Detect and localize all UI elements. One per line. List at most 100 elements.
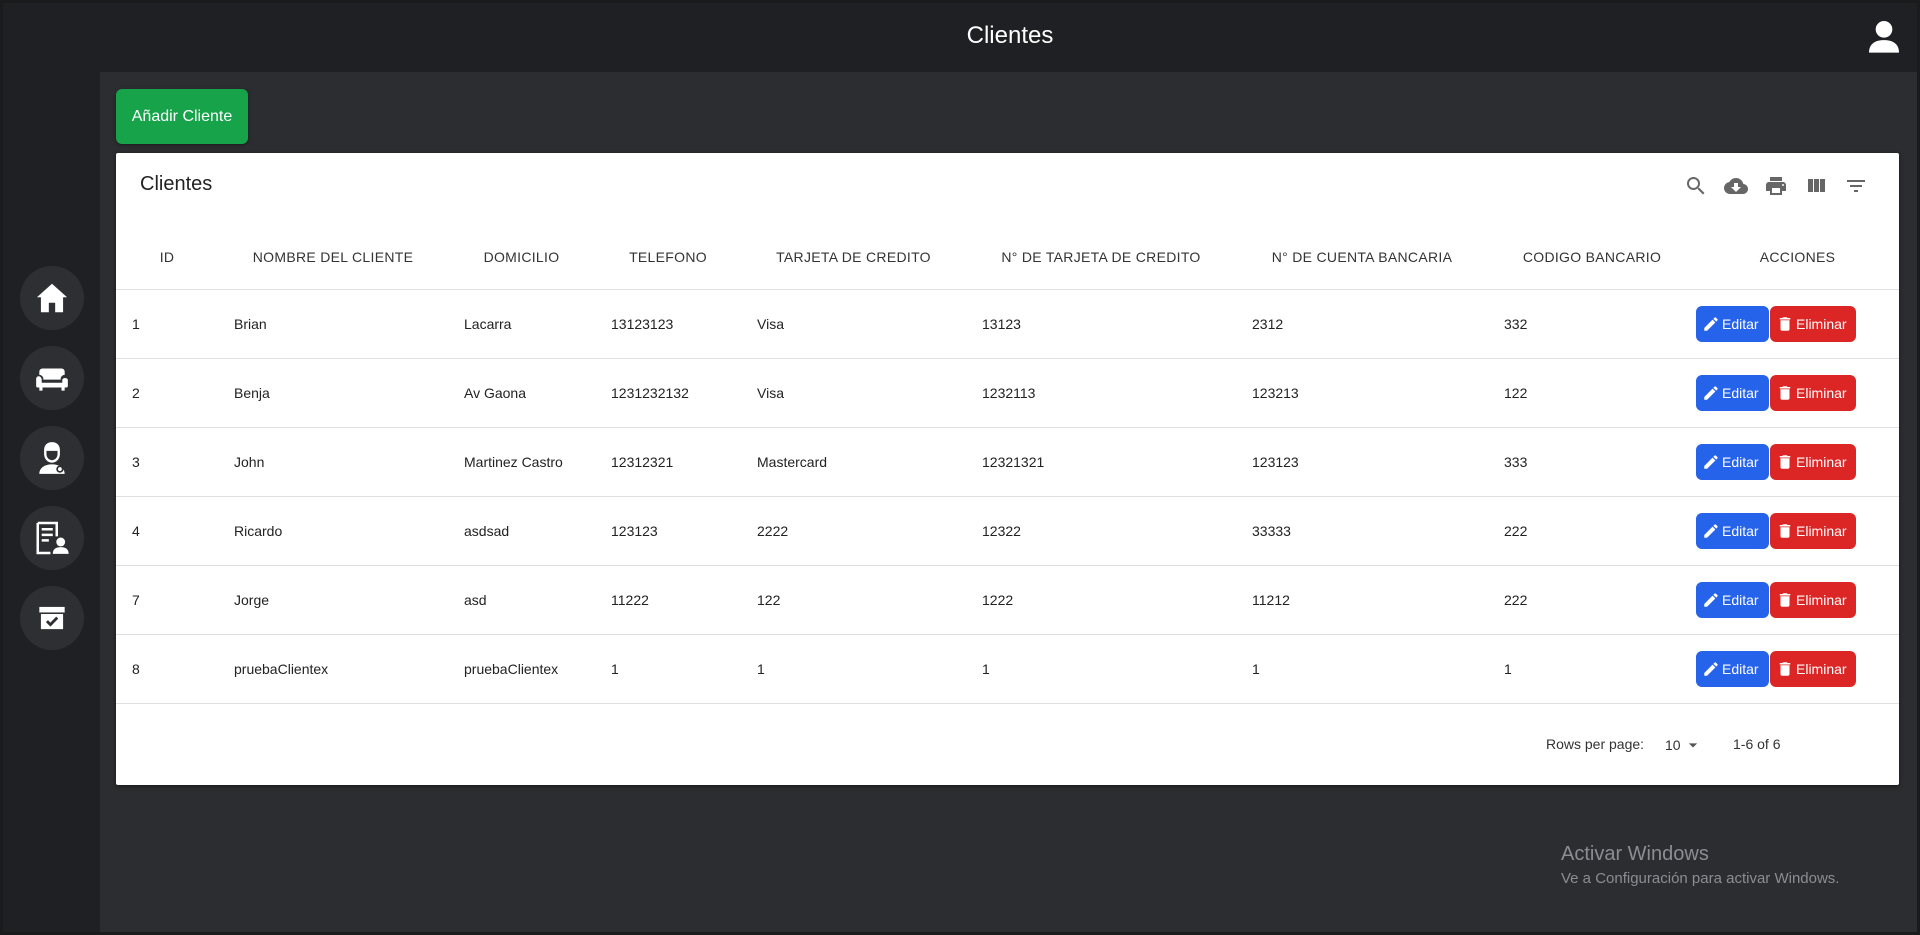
edit-button[interactable]: Editar	[1696, 375, 1769, 411]
rows-per-page-value: 10	[1665, 737, 1681, 753]
delete-button[interactable]: Eliminar	[1770, 444, 1856, 480]
columns-icon	[1808, 179, 1825, 192]
table-cell: 12321321	[966, 427, 1236, 497]
trash-icon	[1779, 593, 1791, 607]
table-row: 4 Ricardo asdsad 123123 2222 12322 33333 222 Edi…	[116, 496, 1899, 566]
actions-cell: Editar Eliminar	[1696, 634, 1899, 704]
table-cell: 1232113	[966, 358, 1236, 428]
actions-cell: Editar Eliminar	[1696, 496, 1899, 566]
nav-home[interactable]	[20, 266, 84, 330]
table-cell: Martinez Castro	[448, 427, 595, 497]
table-header-row: ID NOMBRE DEL CLIENTE DOMICILIO TELEFONO…	[116, 225, 1899, 290]
table-cell: pruebaClientex	[218, 634, 448, 704]
delete-label: Eliminar	[1796, 523, 1847, 539]
pagination-footer: Rows per page: 10 1-6 of 6	[116, 721, 1899, 769]
top-bar: Clientes	[100, 0, 1920, 72]
table-row: 8 pruebaClientex pruebaClientex 1 1 1 1 1 Editar…	[116, 634, 1899, 704]
search-button[interactable]	[1683, 173, 1709, 199]
table-row: 1 Brian Lacarra 13123123 Visa 13123 2312 332 Edi…	[116, 289, 1899, 359]
trash-icon	[1779, 524, 1791, 538]
windows-activation-watermark: Activar Windows Ve a Configuración para …	[1561, 843, 1839, 887]
table-cell: Jorge	[218, 565, 448, 635]
edit-button[interactable]: Editar	[1696, 306, 1769, 342]
caret-down-icon	[1688, 743, 1697, 748]
table-cell: 1	[741, 634, 966, 704]
table-cell: 11222	[595, 565, 741, 635]
table-cell: 4	[116, 496, 218, 566]
edit-button[interactable]: Editar	[1696, 444, 1769, 480]
clients-table: ID NOMBRE DEL CLIENTE DOMICILIO TELEFONO…	[116, 225, 1899, 704]
rows-per-page-label: Rows per page:	[1546, 736, 1645, 752]
edit-button[interactable]: Editar	[1696, 651, 1769, 687]
nav-employees[interactable]	[20, 426, 84, 490]
view-columns-button[interactable]	[1803, 173, 1829, 199]
column-header[interactable]: DOMICILIO	[448, 225, 595, 290]
table-cell: 2222	[741, 496, 966, 566]
table-cell: 1	[1236, 634, 1488, 704]
table-cell: 1231232132	[595, 358, 741, 428]
client-list-icon	[36, 521, 69, 555]
table-cell: 123123	[1236, 427, 1488, 497]
table-cell: 122	[1488, 358, 1696, 428]
print-button[interactable]	[1763, 173, 1789, 199]
table-cell: 8	[116, 634, 218, 704]
table-cell: Visa	[741, 358, 966, 428]
pencil-icon	[1704, 317, 1718, 331]
column-header[interactable]: N° DE CUENTA BANCARIA	[1236, 225, 1488, 290]
edit-label: Editar	[1722, 592, 1759, 608]
edit-label: Editar	[1722, 523, 1759, 539]
column-header[interactable]: TARJETA DE CREDITO	[741, 225, 966, 290]
nav-clients[interactable]	[20, 506, 84, 570]
table-cell: 12312321	[595, 427, 741, 497]
edit-button[interactable]: Editar	[1696, 513, 1769, 549]
table-cell: Brian	[218, 289, 448, 359]
table-cell: 332	[1488, 289, 1696, 359]
table-cell: 1	[116, 289, 218, 359]
table-cell: Ricardo	[218, 496, 448, 566]
filter-button[interactable]	[1843, 173, 1869, 199]
watermark-subtitle: Ve a Configuración para activar Windows.	[1561, 870, 1840, 887]
edit-button[interactable]: Editar	[1696, 582, 1769, 618]
delete-button[interactable]: Eliminar	[1770, 375, 1856, 411]
table-cell: asdsad	[448, 496, 595, 566]
table-cell: 1222	[966, 565, 1236, 635]
employee-icon	[39, 442, 65, 474]
table-cell: 2	[116, 358, 218, 428]
download-button[interactable]	[1723, 173, 1749, 199]
table-cell: 222	[1488, 565, 1696, 635]
trash-icon	[1779, 455, 1791, 469]
nav-archive[interactable]	[20, 586, 84, 650]
watermark-title: Activar Windows	[1561, 843, 1709, 865]
actions-cell: Editar Eliminar	[1696, 427, 1899, 497]
delete-button[interactable]: Eliminar	[1770, 651, 1856, 687]
pencil-icon	[1704, 593, 1718, 607]
table-cell: asd	[448, 565, 595, 635]
print-icon	[1766, 177, 1786, 195]
column-header[interactable]: N° DE TARJETA DE CREDITO	[966, 225, 1236, 290]
table-cell: Mastercard	[741, 427, 966, 497]
edit-label: Editar	[1722, 385, 1759, 401]
table-cell: 13123	[966, 289, 1236, 359]
nav-furniture[interactable]	[20, 346, 84, 410]
rows-per-page-select[interactable]: 10	[1661, 731, 1707, 759]
add-client-button[interactable]: Añadir Cliente	[116, 89, 248, 144]
pencil-icon	[1704, 386, 1718, 400]
table-cell: 1	[1488, 634, 1696, 704]
delete-label: Eliminar	[1796, 661, 1847, 677]
table-cell: Av Gaona	[448, 358, 595, 428]
column-header[interactable]: TELEFONO	[595, 225, 741, 290]
table-cell: 123123	[595, 496, 741, 566]
page-title: Clientes	[966, 22, 1054, 49]
user-account-icon[interactable]	[1864, 16, 1904, 56]
table-cell: 123213	[1236, 358, 1488, 428]
column-header[interactable]: CODIGO BANCARIO	[1488, 225, 1696, 290]
table-cell: 12322	[966, 496, 1236, 566]
delete-label: Eliminar	[1796, 592, 1847, 608]
column-header[interactable]: NOMBRE DEL CLIENTE	[218, 225, 448, 290]
column-header[interactable]: ID	[116, 225, 218, 290]
delete-button[interactable]: Eliminar	[1770, 582, 1856, 618]
delete-button[interactable]: Eliminar	[1770, 306, 1856, 342]
table-cell: 222	[1488, 496, 1696, 566]
delete-button[interactable]: Eliminar	[1770, 513, 1856, 549]
pencil-icon	[1704, 524, 1718, 538]
